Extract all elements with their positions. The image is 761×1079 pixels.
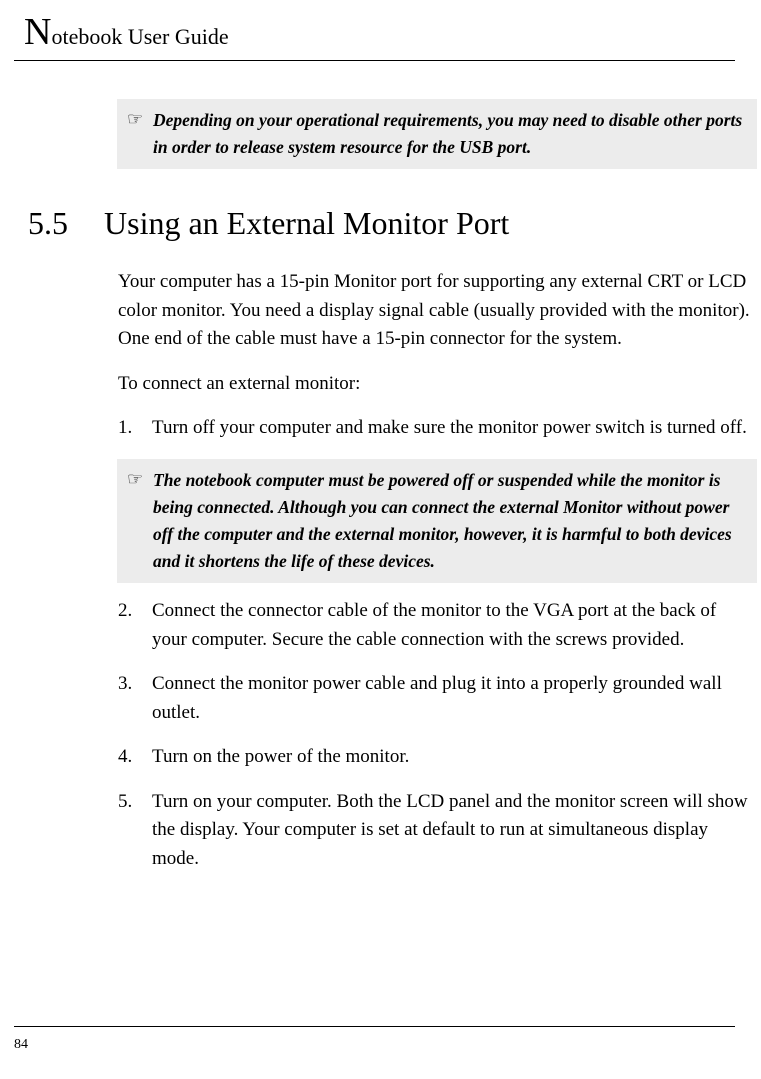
step-marker: 3. [118, 670, 152, 727]
step-5: 5. Turn on your computer. Both the LCD p… [118, 788, 754, 874]
pointing-hand-icon: ☞ [125, 107, 153, 161]
note-text-usb: Depending on your operational requiremen… [153, 107, 749, 161]
step-text: Connect the monitor power cable and plug… [152, 670, 754, 727]
step-marker: 4. [118, 743, 152, 772]
page-number: 84 [14, 1037, 28, 1052]
step-marker: 1. [118, 414, 152, 443]
header-rest: otebook User Guide [51, 24, 228, 49]
lead-in-paragraph: To connect an external monitor: [118, 370, 754, 399]
step-1: 1. Turn off your computer and make sure … [118, 414, 754, 443]
page-footer: 84 [14, 1026, 735, 1053]
step-text: Turn on your computer. Both the LCD pane… [152, 788, 754, 874]
section-number: 5.5 [22, 205, 104, 242]
note-box-usb: ☞ Depending on your operational requirem… [117, 99, 757, 169]
step-text: Connect the connector cable of the monit… [152, 597, 754, 654]
section-title: Using an External Monitor Port [104, 205, 509, 242]
page-content: ☞ Depending on your operational requirem… [118, 99, 761, 873]
header-dropcap: N [24, 11, 51, 53]
running-header: Notebook User Guide [14, 10, 735, 61]
step-text: Turn off your computer and make sure the… [152, 414, 747, 443]
step-marker: 5. [118, 788, 152, 874]
note-box-monitor: ☞ The notebook computer must be powered … [117, 459, 757, 584]
note-text-monitor: The notebook computer must be powered of… [153, 467, 751, 576]
intro-paragraph: Your computer has a 15-pin Monitor port … [118, 268, 754, 354]
section-heading: 5.5 Using an External Monitor Port [22, 205, 737, 242]
step-2: 2. Connect the connector cable of the mo… [118, 597, 754, 654]
pointing-hand-icon: ☞ [125, 467, 153, 576]
step-4: 4. Turn on the power of the monitor. [118, 743, 754, 772]
step-marker: 2. [118, 597, 152, 654]
step-text: Turn on the power of the monitor. [152, 743, 409, 772]
step-3: 3. Connect the monitor power cable and p… [118, 670, 754, 727]
